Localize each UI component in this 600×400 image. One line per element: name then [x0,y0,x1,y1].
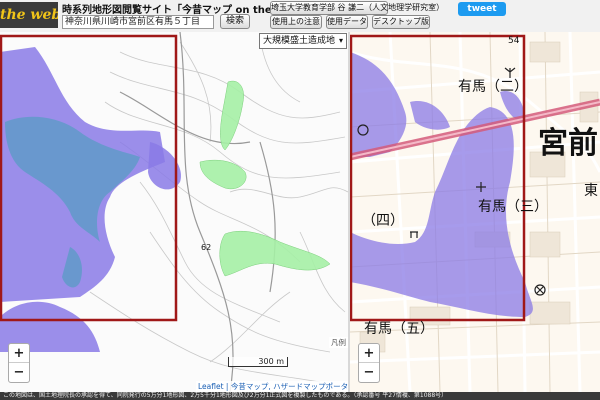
site-logo[interactable]: the web [0,2,58,28]
scale-bar: 300 m [228,357,288,367]
shrine-icon [410,231,418,238]
old-roads [119,32,276,392]
copyright-footer: この地図は、国土地理院長の承認を得て、同院発行の5万分1地形図、2万5千分1地形… [0,392,600,400]
author-link-button[interactable]: 埼玉大学教育学部 谷 謙二（人文地理学研究室） [270,1,444,15]
layer-select[interactable]: 大規模盛土造成地 ▾ [259,33,347,49]
place-label-miyamae: 宮前 [538,126,598,161]
place-label-arima-2: 有馬（二） [458,79,528,95]
data-sources-button[interactable]: 使用データ [326,15,368,29]
desktop-version-button[interactable]: デスクトップ版 [372,15,430,29]
contour-lines [89,36,349,383]
grid-number-label: 54 [508,36,520,46]
place-label-arima-5: 有馬（五） [364,321,434,337]
zoom-in-button[interactable]: + [9,344,29,363]
tweet-button[interactable]: tweet [458,2,506,16]
zoom-out-button[interactable]: − [9,363,29,382]
layer-select-value: 大規模盛土造成地 [263,36,336,46]
legend-link[interactable]: 凡例 [329,337,348,348]
chevron-down-icon: ▾ [338,36,343,45]
right-zoom-control: + − [358,343,380,383]
address-input[interactable]: 神奈川県川崎市宮前区有馬５丁目 [62,15,214,29]
old-map-canvas [0,32,349,392]
left-zoom-control: + − [8,343,30,383]
place-label-arima-4: （四） [362,213,404,229]
place-label-arima-3: 有馬（三） [478,199,548,215]
current-map-pane[interactable]: 有馬（二） 宮前 東 （四） 有馬（三） 有馬（五） 54 + − [350,32,600,392]
old-topographic-map-pane[interactable]: 62 大規模盛土造成地 ▾ + − 300 m 凡例 Leaflet | 今昔マ… [0,32,350,392]
map-attribution[interactable]: Leaflet | 今昔マップ, ハザードマップポータルサイト [196,381,350,392]
zoom-in-button[interactable]: + [359,344,379,363]
elevation-label: 62 [201,243,212,252]
place-label-higashi: 東 [584,183,598,199]
search-button[interactable]: 検索 [220,14,250,29]
zoom-out-button[interactable]: − [359,363,379,382]
header-bar: the web 時系列地形図閲覧サイト「今昔マップ on the web」 神奈… [0,0,600,32]
usage-notes-button[interactable]: 使用上の注意 [270,15,322,29]
